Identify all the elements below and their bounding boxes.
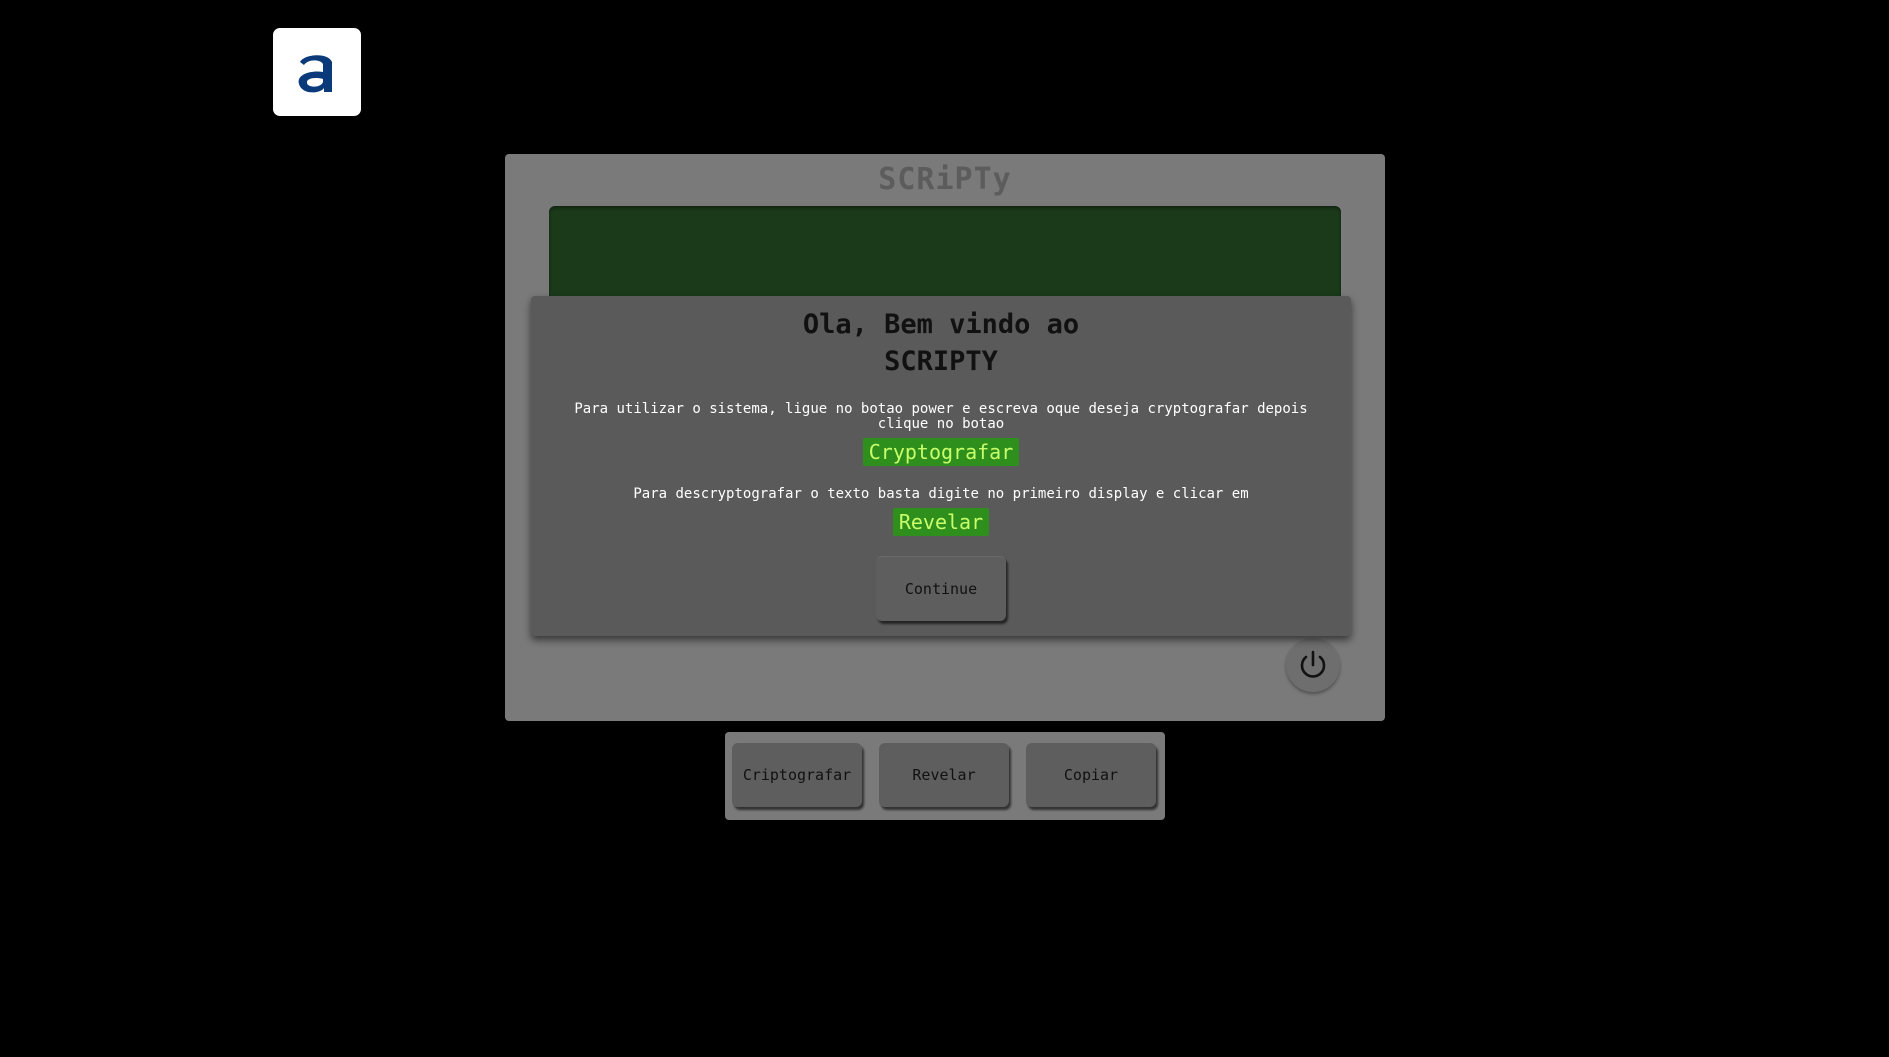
modal-title: Ola, Bem vindo ao SCRIPTY — [531, 306, 1351, 380]
encrypt-button[interactable]: Criptografar — [732, 743, 862, 807]
welcome-modal: Ola, Bem vindo ao SCRIPTY Para utilizar … — [531, 296, 1351, 636]
reveal-instructions: Para descryptografar o texto basta digit… — [633, 486, 1249, 502]
input-display[interactable] — [549, 206, 1341, 306]
power-button[interactable] — [1286, 638, 1340, 692]
logo — [273, 28, 361, 116]
reveal-button[interactable]: Revelar — [879, 743, 1009, 807]
modal-title-line2: SCRIPTY — [884, 346, 998, 377]
reveal-highlight: Revelar — [892, 508, 990, 536]
encrypt-highlight: Cryptografar — [862, 438, 1020, 466]
copy-button[interactable]: Copiar — [1026, 743, 1156, 807]
continue-button[interactable]: Continue — [876, 556, 1006, 621]
power-icon — [1300, 650, 1326, 678]
modal-title-line1: Ola, Bem vindo ao — [802, 309, 1080, 340]
device-title: SCRiPTy — [878, 162, 1012, 197]
alura-logo-icon — [298, 55, 332, 93]
encrypt-instructions: Para utilizar o sistema, ligue no botao … — [574, 401, 1308, 432]
action-button-panel: Criptografar Revelar Copiar — [725, 732, 1165, 820]
